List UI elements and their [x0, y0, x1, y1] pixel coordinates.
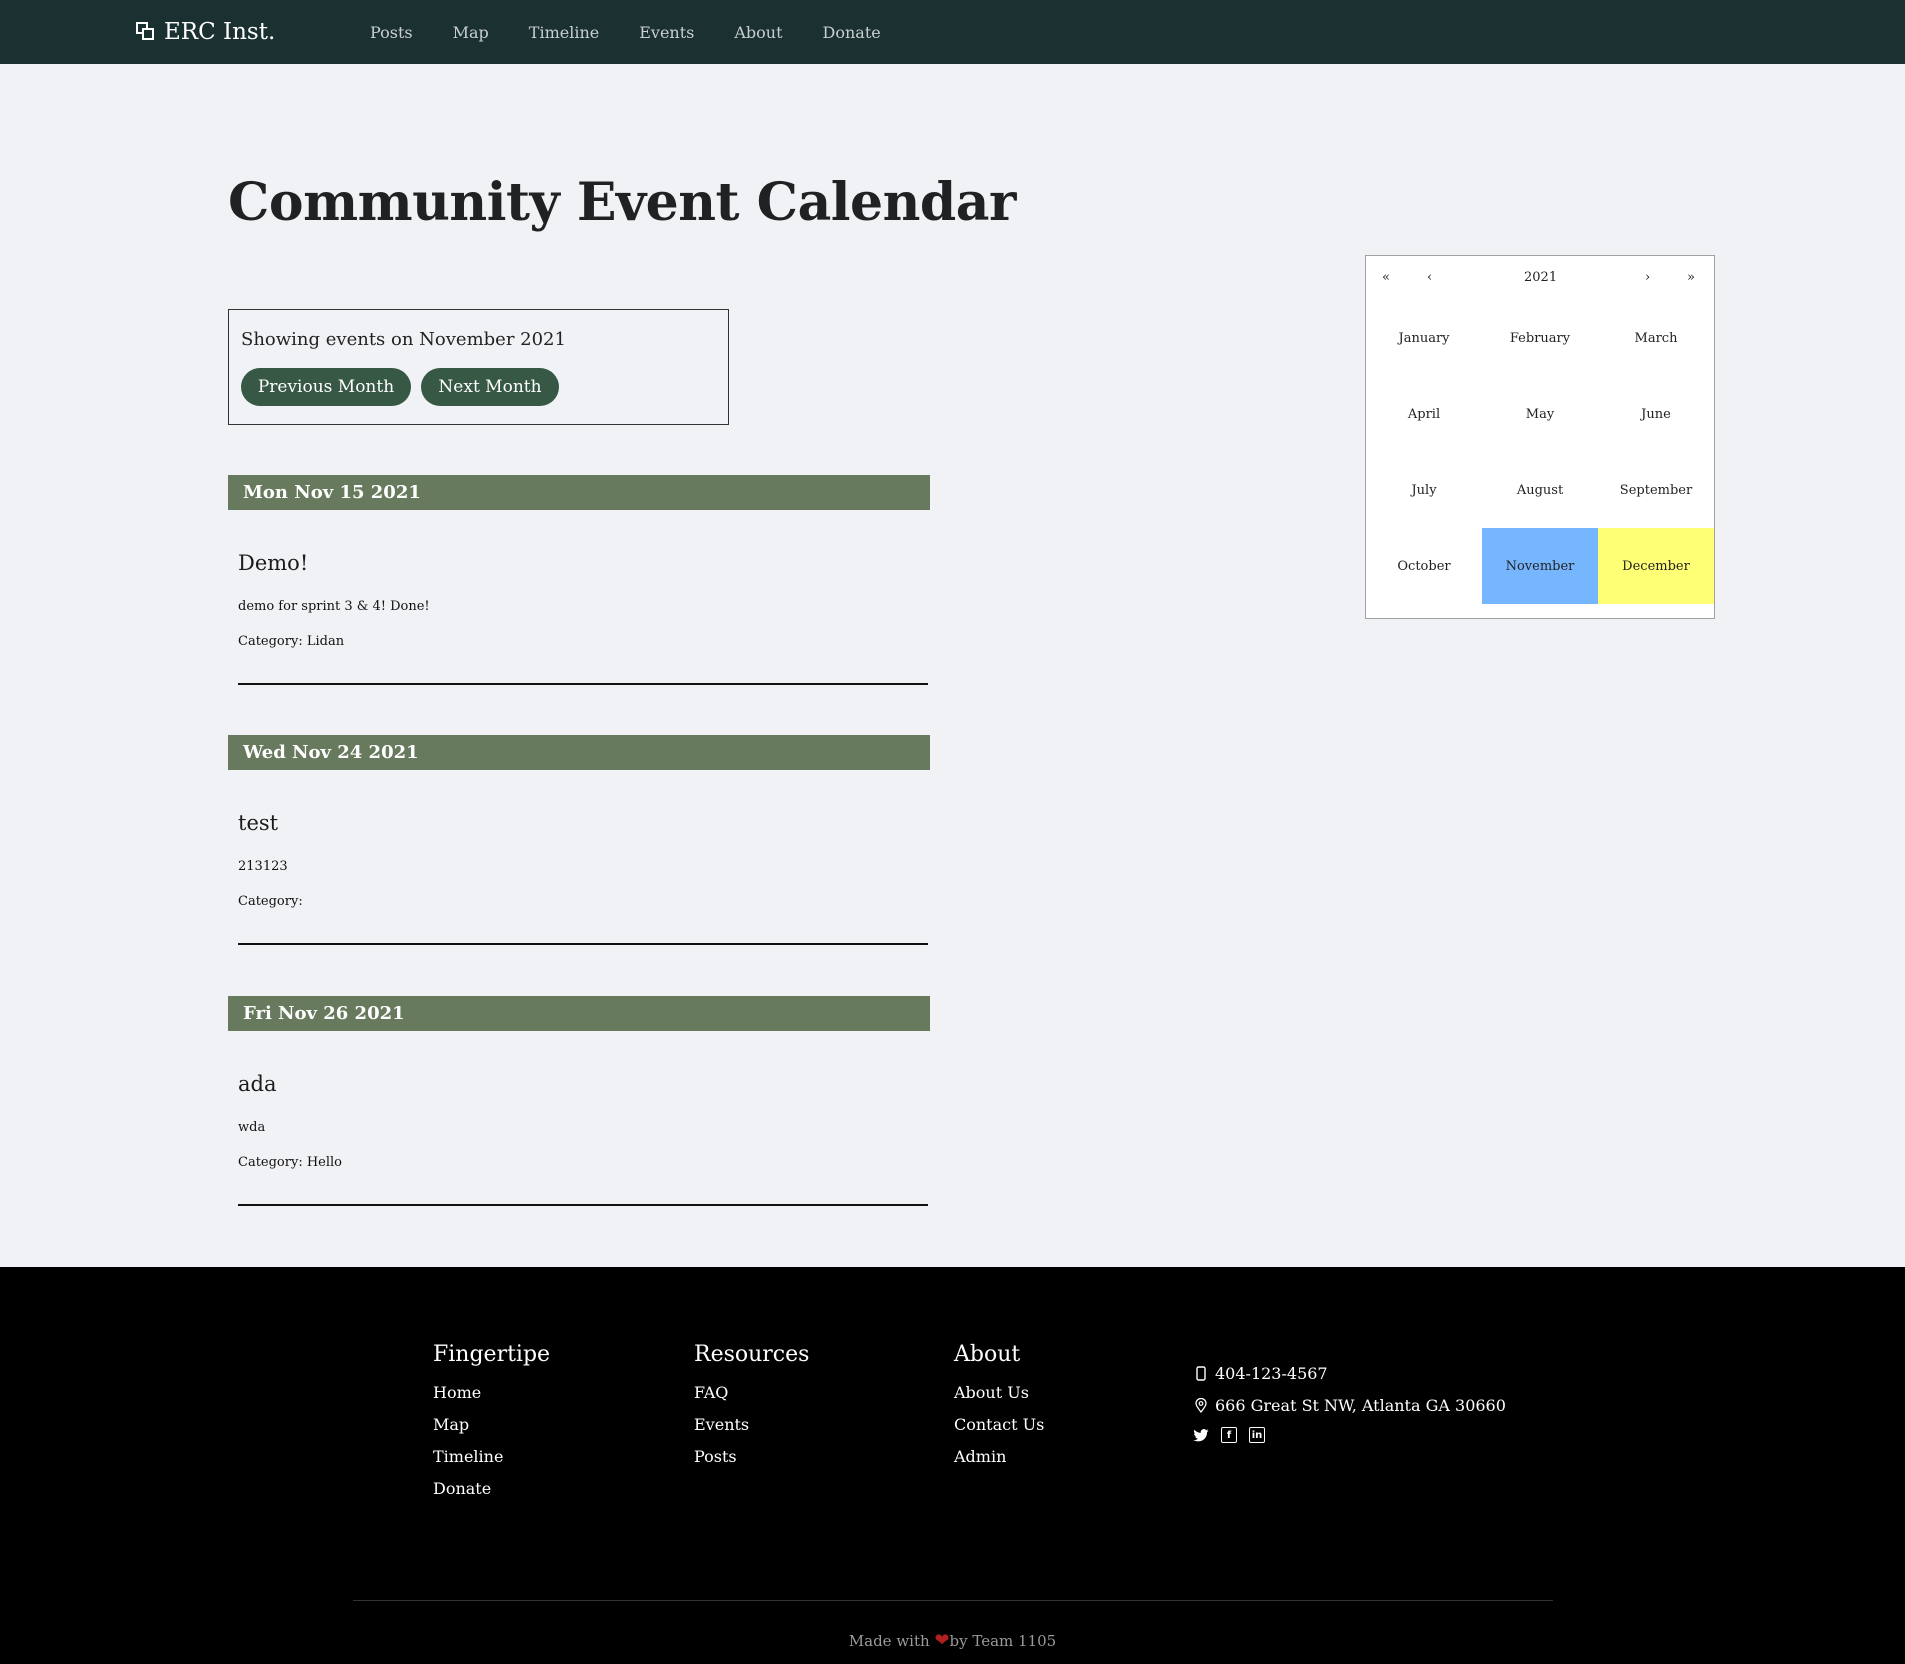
brand-name: ERC Inst. — [164, 19, 276, 45]
month-cell-september[interactable]: September — [1598, 452, 1714, 528]
nav-timeline[interactable]: Timeline — [529, 23, 599, 42]
month-cell-june[interactable]: June — [1598, 376, 1714, 452]
footer-col-resources: Resources FAQ Events Posts — [694, 1342, 809, 1479]
next-decade-button[interactable]: » — [1687, 270, 1695, 285]
event-item: Fri Nov 26 2021 ada wda Category: Hello — [228, 996, 930, 1211]
top-navbar: ERC Inst. Posts Map Timeline Events Abou… — [0, 0, 1905, 64]
month-selector: Showing events on November 2021 Previous… — [228, 309, 729, 425]
twitter-icon[interactable] — [1193, 1427, 1209, 1443]
footer-credits: Made with ❤by Team 1105 — [0, 1630, 1905, 1651]
footer-link-about-us[interactable]: About Us — [954, 1383, 1044, 1415]
footer: Fingertipe Home Map Timeline Donate Reso… — [0, 1267, 1905, 1664]
team-credit: by Team 1105 — [949, 1632, 1057, 1650]
page-title: Community Event Calendar — [228, 172, 1016, 233]
footer-link-donate[interactable]: Donate — [433, 1479, 550, 1511]
event-description: 213123 — [238, 859, 288, 874]
month-cell-august[interactable]: August — [1482, 452, 1598, 528]
phone-icon — [1193, 1365, 1209, 1381]
showing-label: Showing events on November 2021 — [241, 329, 566, 350]
month-grid: January February March April May June Ju… — [1366, 300, 1714, 604]
month-cell-december[interactable]: December — [1598, 528, 1714, 604]
event-divider — [238, 1204, 928, 1206]
month-cell-march[interactable]: March — [1598, 300, 1714, 376]
event-date: Wed Nov 24 2021 — [228, 735, 930, 770]
picker-year-label[interactable]: 2021 — [1524, 270, 1557, 285]
linkedin-icon[interactable]: in — [1249, 1427, 1265, 1443]
nav-donate[interactable]: Donate — [823, 23, 881, 42]
footer-heading: Fingertipe — [433, 1342, 551, 1367]
event-title: Demo! — [238, 551, 309, 575]
footer-contact: 404-123-4567 666 Great St NW, Atlanta GA… — [1193, 1357, 1506, 1449]
footer-link-timeline[interactable]: Timeline — [433, 1447, 550, 1479]
made-with-text: Made with — [848, 1632, 930, 1650]
footer-col-fingertipe: Fingertipe Home Map Timeline Donate — [433, 1342, 550, 1511]
previous-month-button[interactable]: Previous Month — [241, 368, 411, 406]
footer-heading: Resources — [694, 1342, 810, 1367]
footer-link-home[interactable]: Home — [433, 1383, 550, 1415]
month-cell-october[interactable]: October — [1366, 528, 1482, 604]
footer-link-admin[interactable]: Admin — [954, 1447, 1044, 1479]
footer-divider — [353, 1600, 1553, 1601]
logo-icon — [136, 22, 156, 42]
event-category: Category: — [238, 894, 303, 909]
next-month-button[interactable]: Next Month — [421, 368, 559, 406]
social-links: f in — [1193, 1421, 1506, 1449]
event-item: Wed Nov 24 2021 test 213123 Category: — [228, 735, 930, 950]
event-category: Category: Hello — [238, 1155, 343, 1170]
footer-link-faq[interactable]: FAQ — [694, 1383, 809, 1415]
month-cell-july[interactable]: July — [1366, 452, 1482, 528]
event-divider — [238, 943, 928, 945]
next-year-button[interactable]: › — [1645, 270, 1650, 285]
event-title: ada — [238, 1072, 277, 1096]
nav-events[interactable]: Events — [639, 23, 694, 42]
month-picker: « ‹ 2021 › » January February March Apri… — [1365, 255, 1715, 619]
footer-heading: About — [954, 1342, 1021, 1367]
footer-link-contact-us[interactable]: Contact Us — [954, 1415, 1044, 1447]
prev-year-button[interactable]: ‹ — [1427, 270, 1432, 285]
nav-about[interactable]: About — [734, 23, 782, 42]
contact-address: 666 Great St NW, Atlanta GA 30660 — [1193, 1389, 1506, 1421]
footer-link-posts[interactable]: Posts — [694, 1447, 809, 1479]
nav-posts[interactable]: Posts — [370, 23, 413, 42]
address-text: 666 Great St NW, Atlanta GA 30660 — [1215, 1395, 1506, 1415]
heart-icon: ❤ — [934, 1630, 950, 1651]
nav-links: Posts Map Timeline Events About Donate — [370, 0, 921, 64]
month-cell-may[interactable]: May — [1482, 376, 1598, 452]
footer-link-events[interactable]: Events — [694, 1415, 809, 1447]
event-category: Category: Lidan — [238, 634, 345, 649]
picker-nav: « ‹ 2021 › » — [1366, 256, 1714, 300]
contact-phone: 404-123-4567 — [1193, 1357, 1506, 1389]
brand-link[interactable]: ERC Inst. — [136, 16, 275, 48]
event-divider — [238, 683, 928, 685]
month-cell-january[interactable]: January — [1366, 300, 1482, 376]
footer-link-map[interactable]: Map — [433, 1415, 550, 1447]
event-date: Fri Nov 26 2021 — [228, 996, 930, 1031]
prev-decade-button[interactable]: « — [1382, 270, 1390, 285]
event-description: wda — [238, 1120, 266, 1135]
facebook-icon[interactable]: f — [1221, 1427, 1237, 1443]
event-title: test — [238, 811, 279, 835]
nav-map[interactable]: Map — [453, 23, 489, 42]
event-item: Mon Nov 15 2021 Demo! demo for sprint 3 … — [228, 475, 930, 690]
event-description: demo for sprint 3 & 4! Done! — [238, 599, 430, 614]
event-date: Mon Nov 15 2021 — [228, 475, 930, 510]
month-cell-april[interactable]: April — [1366, 376, 1482, 452]
phone-number: 404-123-4567 — [1215, 1363, 1328, 1383]
month-cell-february[interactable]: February — [1482, 300, 1598, 376]
location-pin-icon — [1193, 1397, 1209, 1413]
footer-col-about: About About Us Contact Us Admin — [954, 1342, 1044, 1479]
month-cell-november[interactable]: November — [1482, 528, 1598, 604]
